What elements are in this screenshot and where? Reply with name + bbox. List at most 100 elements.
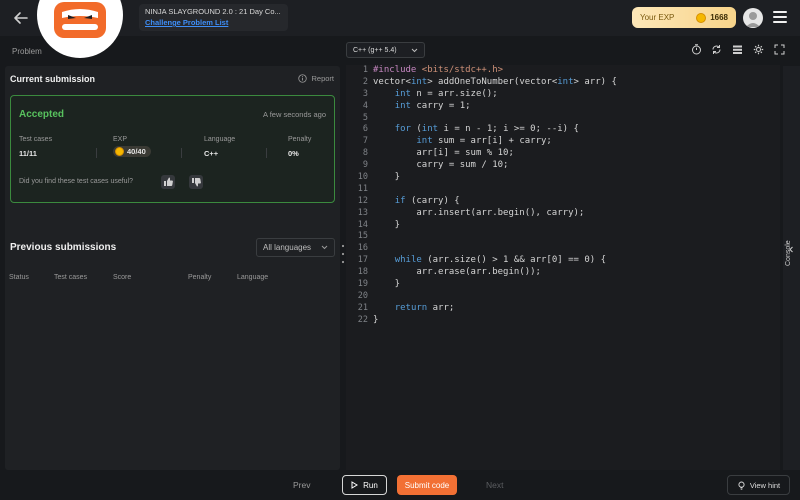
left-tabs: Problem (0, 40, 340, 65)
exp-pill[interactable]: Your EXP 1668 (632, 7, 736, 28)
top-bar: NINJA SLAYGROUND 2.0 : 21 Day Co... Chal… (0, 0, 800, 58)
challenge-title: NINJA SLAYGROUND 2.0 : 21 Day Co... (145, 7, 281, 16)
divider (96, 148, 97, 158)
ninja-logo-icon (54, 2, 106, 38)
submission-status: Accepted (19, 109, 65, 120)
thumbs-up-button[interactable] (161, 175, 175, 189)
exp-label: Your EXP (640, 13, 675, 22)
line-number: 21 (357, 302, 368, 313)
chevron-down-icon (321, 245, 328, 250)
line-number: 1 (362, 65, 368, 75)
panel-resize-handle[interactable] (341, 244, 345, 264)
settings-gear-icon[interactable] (753, 44, 764, 55)
console-label: Console (785, 240, 792, 266)
line-number-gutter: 1 2 3 4 5 6 7 8 9 10 11 12 13 14 15 16 17 18 19 20 21 22 (346, 65, 368, 327)
next-button[interactable]: Next (486, 480, 503, 490)
challenge-title-box: NINJA SLAYGROUND 2.0 : 21 Day Co... Chal… (139, 4, 288, 31)
code-language-select[interactable]: C++ (g++ 5.4) (346, 42, 425, 58)
run-button[interactable]: Run (342, 475, 387, 495)
line-number: 8 (362, 148, 368, 159)
line-number: 14 (357, 219, 368, 230)
line-number: 3 (362, 88, 368, 99)
stat-test-cases: Test cases 11/11 (19, 136, 52, 158)
coin-icon (115, 147, 124, 156)
stat-label: EXP (113, 136, 128, 143)
column-header-score: Score (113, 274, 132, 281)
chevron-down-icon (411, 48, 418, 52)
divider (181, 148, 182, 158)
user-icon (746, 12, 760, 27)
bottom-bar: Prev Run Submit code Next View hint (0, 470, 800, 500)
code-line: carry = sum / 10; (373, 160, 509, 171)
column-header-language: Language (237, 274, 269, 281)
code-line: vector<int> addOneToNumber(vector<int> a… (373, 76, 617, 87)
thumbs-down-icon (192, 178, 201, 187)
coin-icon (696, 12, 707, 23)
notes-icon[interactable] (732, 44, 743, 55)
menu-icon[interactable] (773, 11, 787, 23)
console-toggle[interactable]: Console (783, 66, 800, 470)
language-filter-value: All languages (263, 243, 312, 252)
report-button[interactable]: Report (298, 74, 334, 83)
challenge-problem-list-link[interactable]: Challenge Problem List (145, 17, 282, 28)
language-filter-select[interactable]: All languages (256, 238, 335, 257)
thumbs-down-button[interactable] (189, 175, 203, 189)
code-line: #include <bits/stdc++.h> (373, 65, 504, 75)
view-hint-button[interactable]: View hint (727, 475, 790, 495)
submit-code-button[interactable]: Submit code (397, 475, 457, 495)
line-number: 12 (357, 195, 368, 206)
submissions-panel: Current submission Report Accepted A few… (5, 66, 340, 470)
line-number: 4 (362, 100, 368, 111)
stat-exp: EXP 40/40 (113, 136, 151, 161)
stat-label: Penalty (288, 136, 312, 143)
accepted-card: Accepted A few seconds ago Test cases 11… (10, 95, 335, 203)
avatar[interactable] (743, 8, 763, 28)
line-number: 6 (362, 124, 368, 135)
column-header-test-cases: Test cases (54, 274, 88, 281)
stat-value: C++ (204, 149, 219, 158)
line-number: 10 (357, 172, 368, 183)
code-line: while (arr.size() > 1 && arr[0] == 0) { (394, 255, 607, 266)
line-number: 9 (362, 160, 368, 171)
code-editor[interactable]: 1 2 3 4 5 6 7 8 9 10 11 12 13 14 15 16 17 18 19 20 21 22 #inc… (346, 65, 780, 470)
thumbs-up-icon (164, 177, 173, 186)
current-submission-title: Current submission (10, 74, 96, 84)
play-icon (351, 481, 359, 489)
stat-value: 40/40 (127, 147, 146, 156)
timer-icon[interactable] (691, 44, 702, 55)
submit-label: Submit code (404, 480, 450, 490)
back-arrow-icon[interactable] (12, 9, 30, 27)
code-line: int carry = 1; (394, 100, 471, 111)
code-content[interactable]: #include <bits/stdc++.h> vector<int> add… (373, 65, 617, 327)
code-line: if (carry) { (394, 195, 460, 206)
code-line: } (373, 172, 401, 183)
line-number: 7 (362, 136, 368, 147)
code-line: arr.erase(arr.begin()); (373, 267, 541, 278)
code-line: int n = arr.size(); (394, 88, 498, 99)
line-number: 11 (357, 183, 368, 194)
reset-code-icon[interactable] (711, 44, 722, 55)
prev-button[interactable]: Prev (293, 480, 310, 490)
line-number: 19 (357, 279, 368, 290)
code-line: } (373, 219, 401, 230)
run-label: Run (363, 480, 378, 490)
line-number: 20 (357, 290, 368, 301)
feedback-question: Did you find these test cases useful? (19, 178, 134, 185)
column-header-status: Status (9, 274, 29, 281)
tab-problem[interactable]: Problem (12, 47, 42, 56)
fullscreen-icon[interactable] (774, 44, 785, 55)
line-number: 2 (362, 76, 368, 87)
column-header-penalty: Penalty (188, 274, 212, 281)
line-number: 5 (362, 112, 368, 123)
submission-time: A few seconds ago (263, 110, 326, 119)
code-line: for (int i = n - 1; i >= 0; --i) { (394, 124, 579, 135)
info-icon (298, 74, 308, 83)
stat-language: Language C++ (204, 136, 235, 158)
report-label: Report (311, 74, 334, 83)
lightbulb-icon (738, 481, 745, 490)
code-line: arr.insert(arr.begin(), carry); (373, 207, 585, 218)
code-line: int sum = arr[i] + carry; (416, 136, 552, 147)
